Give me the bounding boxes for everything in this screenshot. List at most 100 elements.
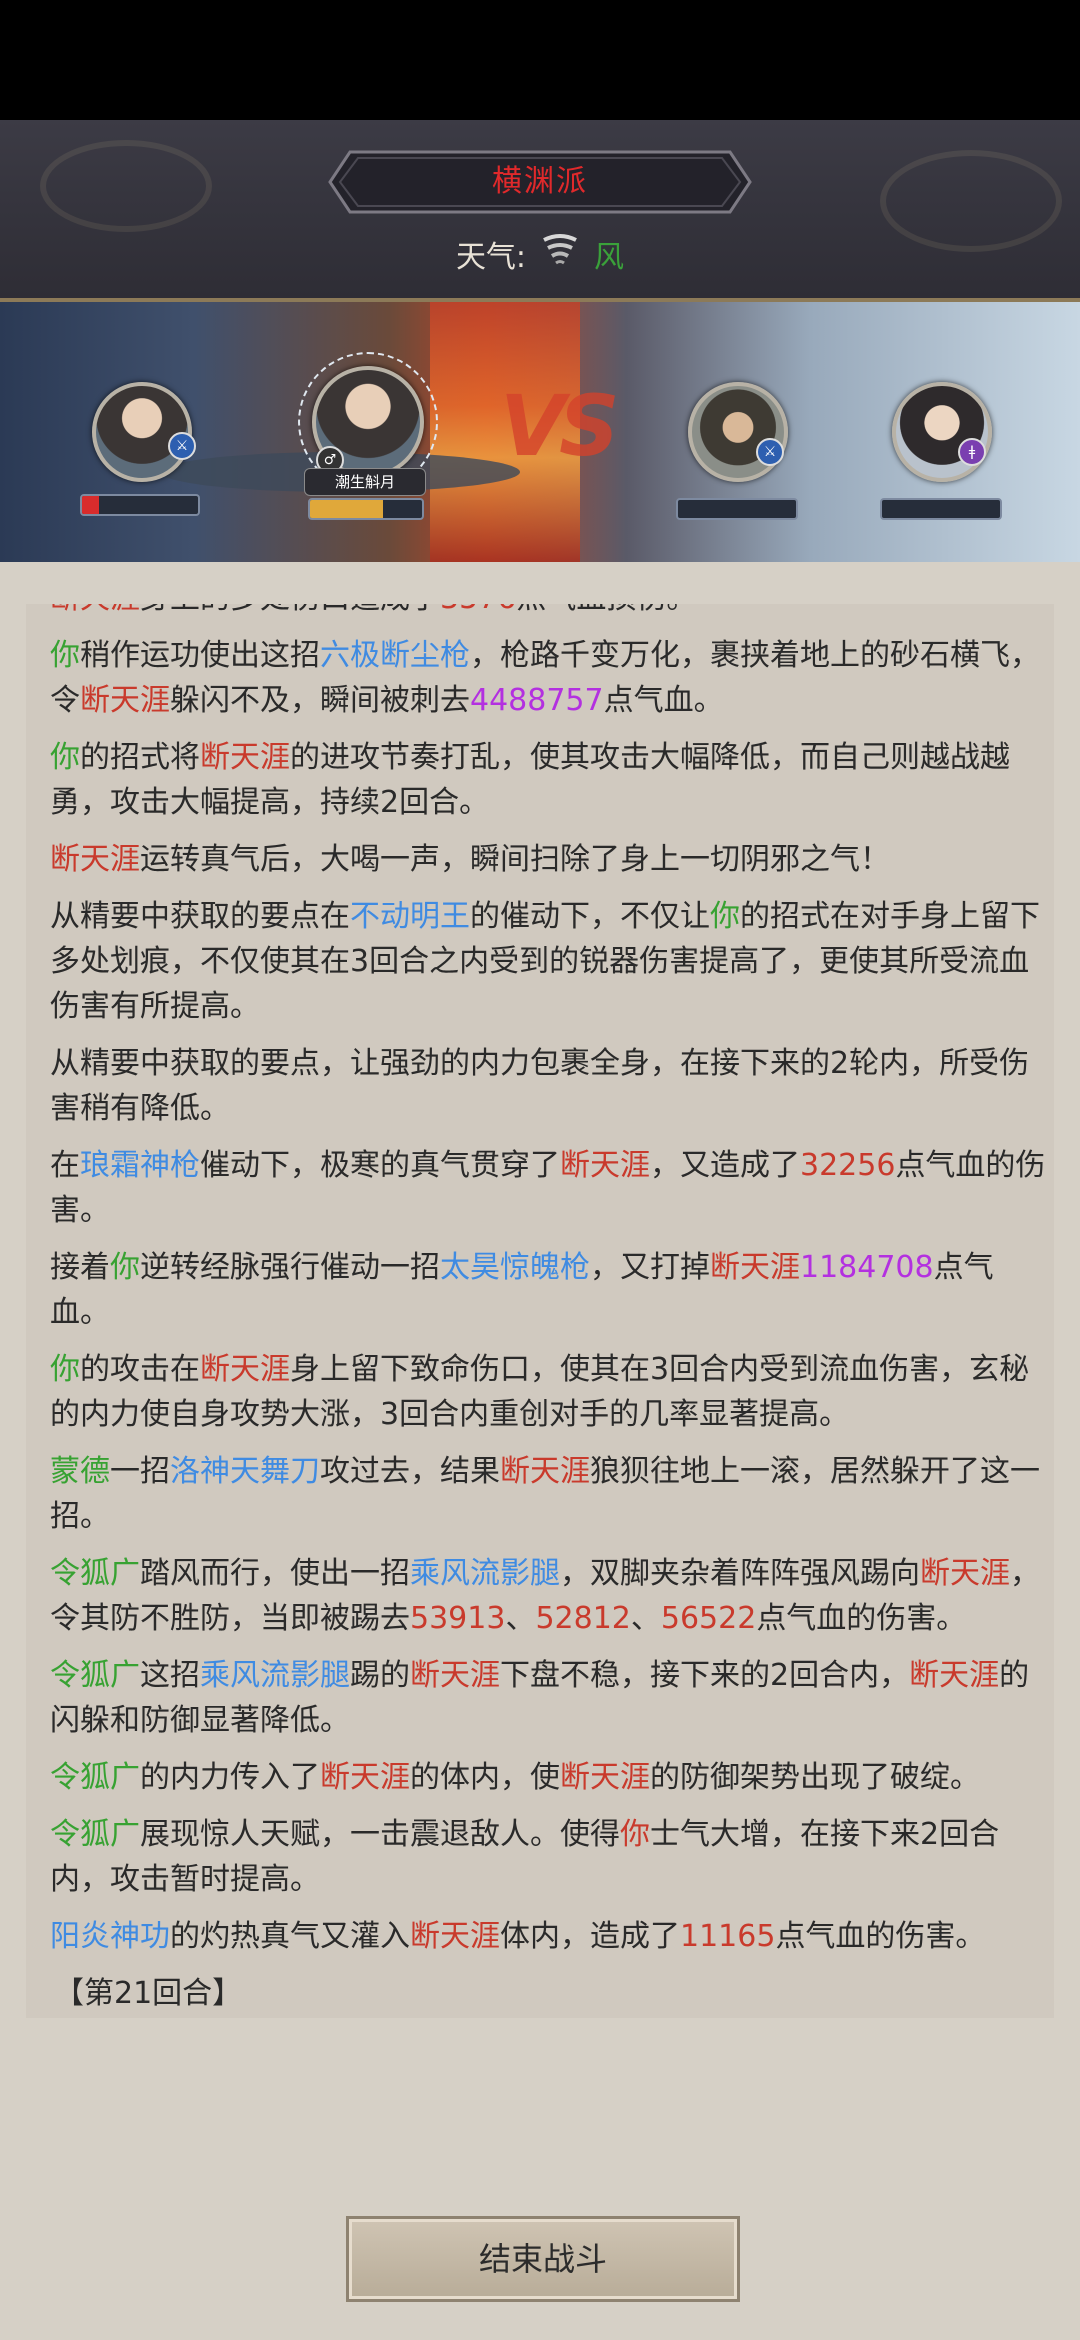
ally-name: 你 — [50, 638, 80, 673]
enemy-or-damage-text: 断天涯 — [920, 1556, 1010, 1591]
end-battle-button[interactable]: 结束战斗 — [346, 2216, 740, 2302]
log-line: 断天涯运转真气后，大喝一声，瞬间扫除了身上一切阴邪之气！ — [50, 837, 1046, 882]
battle-log-area: 断天涯身上的多处伤口造成了3576点气血损伤。你稍作运功使出这招六极断尘枪，枪路… — [0, 562, 1080, 2340]
log-text: 的防御架势出现了破绽。 — [650, 1760, 980, 1795]
enemy-or-damage-text: 断天涯 — [50, 842, 140, 877]
weather-label: 天气: — [455, 240, 527, 275]
skill-name: 琅霜神枪 — [80, 1148, 200, 1183]
log-text: 在 — [50, 1148, 80, 1183]
skill-name: 乘风流影腿 — [200, 1658, 350, 1693]
log-line: 从精要中获取的要点在不动明王的催动下，不仅让你的招式在对手身上留下多处划痕，不仅… — [50, 894, 1046, 1029]
enemy-or-damage-text: 52812 — [535, 1601, 631, 1636]
log-text: 逆转经脉强行催动一招 — [140, 1250, 440, 1285]
ally-name: 令狐广 — [50, 1760, 140, 1795]
log-line: 令狐广的内力传入了断天涯的体内，使断天涯的防御架势出现了破绽。 — [50, 1755, 1046, 1800]
log-text: 、 — [505, 1601, 536, 1636]
battle-arena: VS ⚔ ♂ 潮生斛月 ⚔ ǂ — [0, 302, 1080, 562]
ally-name: 你 — [710, 899, 740, 934]
log-text: 的招式将 — [80, 740, 200, 775]
ally-name: 你 — [50, 1352, 80, 1387]
round-header: 【第21回合】 — [54, 1976, 243, 2011]
enemy-or-damage-text: 32256 — [800, 1148, 896, 1183]
header-cloud-ornament — [40, 140, 212, 232]
skill-name: 洛神天舞刀 — [170, 1454, 320, 1489]
damage-value: 4488757 — [470, 683, 604, 718]
fighter-hp-bar — [80, 494, 200, 516]
log-line: 你稍作运功使出这招六极断尘枪，枪路千变万化，裹挟着地上的砂石横飞，令断天涯躲闪不… — [50, 633, 1046, 723]
battle-log-panel[interactable]: 断天涯身上的多处伤口造成了3576点气血损伤。你稍作运功使出这招六极断尘枪，枪路… — [26, 604, 1054, 2018]
ally-name: 你 — [110, 1250, 140, 1285]
enemy-or-damage-text: 断天涯 — [560, 1760, 650, 1795]
log-text: 从精要中获取的要点在 — [50, 899, 350, 934]
enemy-or-damage-text: 断天涯 — [710, 1250, 800, 1285]
log-line: 从精要中获取的要点，让强劲的内力包裹全身，在接下来的2轮内，所受伤害稍有降低。 — [50, 1041, 1046, 1131]
skill-name: 太昊惊魄枪 — [440, 1250, 590, 1285]
log-text: 躲闪不及，瞬间被刺去 — [170, 683, 470, 718]
log-line: 接着你逆转经脉强行催动一招太昊惊魄枪，又打掉断天涯1184708点气血。 — [50, 1245, 1046, 1335]
skill-name: 乘风流影腿 — [410, 1556, 560, 1591]
enemy-or-damage-text: 11165 — [680, 1919, 776, 1954]
skill-name: 六极断尘枪 — [320, 638, 470, 673]
log-text: 运转真气后，大喝一声，瞬间扫除了身上一切阴邪之气！ — [140, 842, 890, 877]
weather-value: 风 — [594, 240, 625, 275]
log-text: 身上的多处伤口造成了 — [140, 604, 440, 616]
ally-name: 令狐广 — [50, 1817, 140, 1852]
log-text: 从精要中获取的要点，让强劲的内力包裹全身，在接下来的2轮内，所受伤害稍有降低。 — [50, 1046, 1030, 1126]
log-text: 的灼热真气又灌入 — [170, 1919, 410, 1954]
enemy-or-damage-text: 断天涯 — [50, 604, 140, 616]
log-line: 蒙德一招洛神天舞刀攻过去，结果断天涯狼狈往地上一滚，居然躲开了这一招。 — [50, 1449, 1046, 1539]
log-text: ，又打掉 — [590, 1250, 710, 1285]
log-text: 的攻击在 — [80, 1352, 200, 1387]
log-text: 、 — [630, 1601, 661, 1636]
enemy-or-damage-text: 断天涯 — [200, 740, 290, 775]
enemy-or-damage-text: 断天涯 — [560, 1148, 650, 1183]
skill-name: 阳炎神功 — [50, 1919, 170, 1954]
sword-icon: ⚔ — [168, 432, 196, 460]
enemy-or-damage-text: 断天涯 — [410, 1658, 500, 1693]
enemy-or-damage-text: 3576 — [440, 604, 516, 616]
log-text: 的内力传入了 — [140, 1760, 320, 1795]
log-text: 稍作运功使出这招 — [80, 638, 320, 673]
log-lines: 断天涯身上的多处伤口造成了3576点气血损伤。你稍作运功使出这招六极断尘枪，枪路… — [50, 604, 1046, 1959]
damage-value: 1184708 — [800, 1250, 934, 1285]
enemy-or-damage-text: 断天涯 — [909, 1658, 1000, 1693]
log-text: 接着 — [50, 1250, 110, 1285]
sect-name: 横渊派 — [492, 164, 588, 199]
log-text: 的体内，使 — [410, 1760, 560, 1795]
fighter-hp-bar — [676, 498, 798, 520]
log-text: 点气血的伤害。 — [756, 1601, 967, 1636]
fighter-portrait[interactable] — [892, 382, 992, 482]
fighter-hp-bar — [880, 498, 1002, 520]
log-text: 一招 — [110, 1454, 170, 1489]
skill-name: 不动明王 — [350, 899, 470, 934]
enemy-or-damage-text: 断天涯 — [500, 1454, 590, 1489]
log-text: 这招 — [140, 1658, 200, 1693]
sect-banner: 横渊派 — [328, 150, 752, 214]
log-text: 点气血。 — [603, 683, 724, 718]
enemy-or-damage-text: 56522 — [660, 1601, 757, 1636]
ally-name: 蒙德 — [50, 1454, 110, 1489]
log-text: 点气血的伤害。 — [775, 1919, 986, 1954]
enemy-or-damage-text: 53913 — [410, 1601, 506, 1636]
fighter-hp-fill — [310, 500, 383, 518]
weather-row: 天气: 风 — [0, 232, 1080, 276]
log-text: 的催动下，不仅让 — [470, 899, 710, 934]
ally-name: 令狐广 — [50, 1658, 140, 1693]
sword-icon: ⚔ — [756, 438, 784, 466]
log-text: 攻过去，结果 — [320, 1454, 500, 1489]
log-line: 令狐广这招乘风流影腿踢的断天涯下盘不稳，接下来的2回合内，断天涯的闪躲和防御显著… — [50, 1653, 1046, 1743]
enemy-or-damage-text: 断天涯 — [80, 683, 170, 718]
battle-header: 横渊派 天气: 风 — [0, 120, 1080, 302]
battle-log-content: 断天涯身上的多处伤口造成了3576点气血损伤。你稍作运功使出这招六极断尘枪，枪路… — [50, 604, 1046, 2018]
log-text: 踢的 — [350, 1658, 410, 1693]
enemy-or-damage-text: 断天涯 — [410, 1919, 500, 1954]
log-text: 催动下，极寒的真气贯穿了 — [200, 1148, 560, 1183]
log-text: 下盘不稳，接下来的2回合内， — [500, 1658, 910, 1693]
enemy-or-damage-text: 断天涯 — [320, 1760, 410, 1795]
fighter-portrait[interactable] — [688, 382, 788, 482]
fighter-hp-bar — [308, 498, 424, 520]
log-text: 展现惊人天赋，一击震退敌人。使得 — [140, 1817, 620, 1852]
fighter-hp-fill — [82, 496, 100, 514]
vs-emblem: VS — [500, 377, 619, 475]
log-text: 踏风而行，使出一招 — [140, 1556, 410, 1591]
